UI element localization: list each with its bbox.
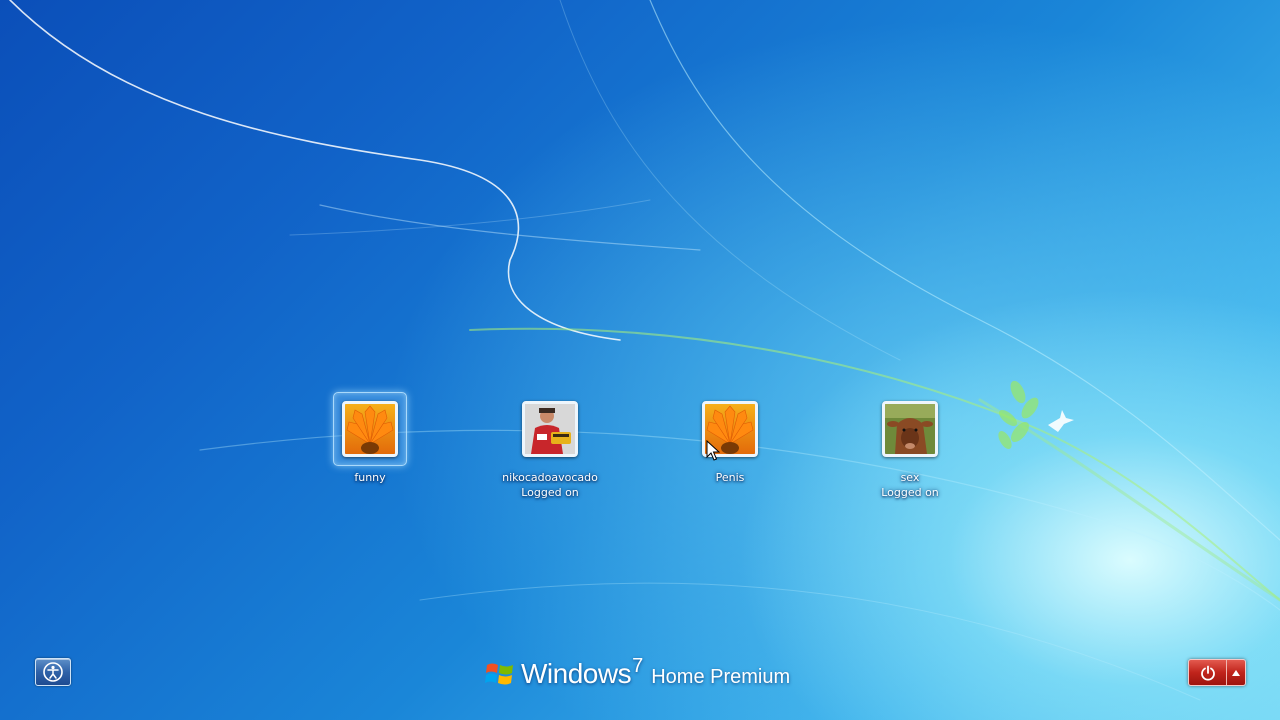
desktop-wallpaper	[9, 0, 1280, 701]
flower-avatar-icon	[342, 401, 398, 457]
brand-edition-text: Home Premium	[651, 665, 791, 688]
user-name: funny	[354, 471, 386, 484]
user-name: sex	[900, 471, 920, 484]
user-status: Logged on	[881, 486, 939, 499]
user-name: nikocadoavocado	[502, 471, 598, 484]
user-tile-frame	[513, 392, 587, 466]
user-tile-sex[interactable]: sex Logged on	[820, 392, 1000, 500]
user-tile-frame	[693, 392, 767, 466]
brand-version-text: 7	[632, 654, 644, 677]
brand-windows-text: Windows	[521, 658, 632, 689]
ease-of-access-icon	[43, 662, 63, 682]
windows-branding: Windows 7 Home Premium	[485, 654, 791, 692]
user-tile-funny[interactable]: funny	[280, 392, 460, 485]
user-name: Penis	[715, 471, 745, 484]
user-tile-frame	[333, 392, 407, 466]
triangle-up-icon	[1232, 669, 1240, 676]
flower-avatar-icon	[702, 401, 758, 457]
cow-avatar-icon	[882, 401, 938, 457]
shutdown-button-group	[1188, 659, 1246, 686]
user-tile-penis[interactable]: Penis	[640, 392, 820, 485]
user-tile-nikocadoavocado[interactable]: nikocadoavocado Logged on	[460, 392, 640, 500]
user-status: Logged on	[521, 486, 579, 499]
ease-of-access-button[interactable]	[35, 658, 71, 686]
shutdown-button[interactable]	[1189, 660, 1227, 685]
windows-logo-icon	[485, 663, 513, 685]
shutdown-options-button[interactable]	[1227, 660, 1245, 685]
user-tile-frame	[873, 392, 947, 466]
person-avatar-icon	[522, 401, 578, 457]
power-icon	[1200, 665, 1215, 681]
